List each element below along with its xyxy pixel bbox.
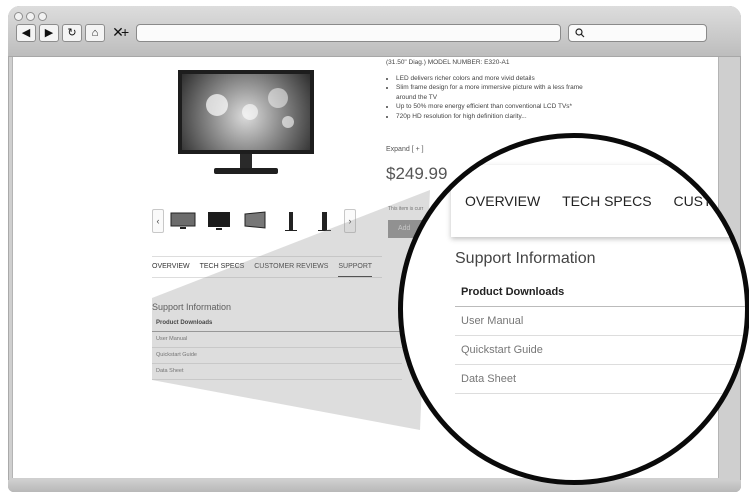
magnified-tab-tech-specs[interactable]: TECH SPECS: [562, 165, 651, 237]
magnified-tab-customer[interactable]: CUSTO: [673, 165, 722, 237]
magnified-downloads-header: Product Downloads: [455, 278, 745, 307]
magnified-support-title: Support Information: [455, 250, 596, 267]
magnified-tabs: OVERVIEW TECH SPECS CUSTO: [451, 165, 745, 237]
magnified-tab-overview[interactable]: OVERVIEW: [465, 165, 540, 237]
magnifier-lens: OVERVIEW TECH SPECS CUSTO Support Inform…: [398, 133, 749, 485]
magnified-link-quickstart[interactable]: Quickstart Guide: [455, 336, 745, 365]
magnified-link-data-sheet[interactable]: Data Sheet: [455, 365, 745, 394]
magnified-downloads: Product Downloads User Manual Quickstart…: [455, 278, 745, 394]
magnified-link-user-manual[interactable]: User Manual: [455, 307, 745, 336]
